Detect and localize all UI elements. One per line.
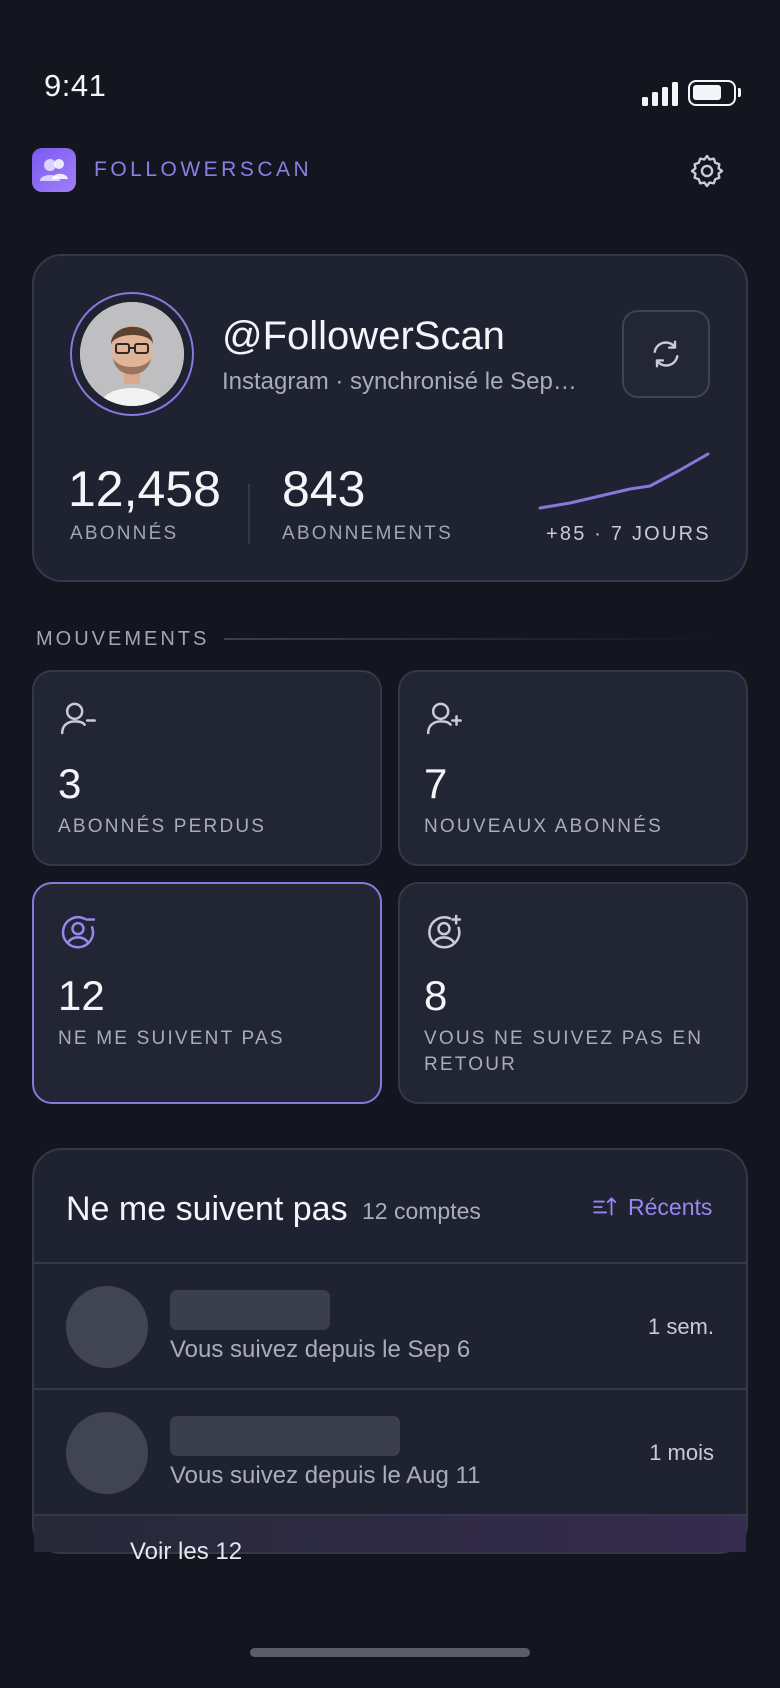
- growth-sparkline: [538, 452, 710, 510]
- user-circle-plus-icon: [428, 914, 462, 949]
- row-time: 1 sem.: [647, 1314, 714, 1339]
- growth-label: +85 · 7 JOURS: [546, 523, 711, 545]
- card-new-followers[interactable]: 7 NOUVEAUX ABONNÉS: [398, 670, 748, 866]
- card-lost-followers[interactable]: 3 ABONNÉS PERDUS: [32, 670, 382, 866]
- refresh-button[interactable]: [622, 310, 710, 398]
- card-label: NOUVEAUX ABONNÉS: [424, 816, 663, 837]
- card-value: 12: [58, 972, 105, 1019]
- following-count: 843: [282, 461, 366, 517]
- sync-status: Instagram · synchronisé le Sep…: [222, 368, 577, 395]
- avatar-placeholder: [66, 1412, 148, 1494]
- card-value: 3: [58, 760, 82, 807]
- following-label: ABONNEMENTS: [282, 523, 453, 544]
- stat-divider: [248, 484, 250, 544]
- card-label: ABONNÉS PERDUS: [58, 816, 267, 837]
- status-time: 9:41: [44, 68, 107, 103]
- section-title-movements: MOUVEMENTS: [36, 628, 210, 650]
- brand-name: FOLLOWERSCAN: [94, 158, 313, 181]
- followers-label: ABONNÉS: [70, 523, 179, 544]
- card-value: 7: [424, 760, 448, 807]
- app-logo-icon: [32, 148, 76, 192]
- row-subtitle: Vous suivez depuis le Sep 6: [170, 1336, 471, 1363]
- list-count: 12 comptes: [362, 1198, 481, 1224]
- profile-handle: @FollowerScan: [222, 314, 505, 358]
- card-value: 8: [424, 972, 448, 1019]
- avatar-placeholder: [66, 1286, 148, 1368]
- card-label-line-1: VOUS NE SUIVEZ PAS EN: [424, 1028, 704, 1049]
- user-circle-minus-icon: [61, 916, 96, 949]
- cellular-signal-icon: [642, 82, 678, 106]
- card-you-dont-follow-back[interactable]: 8 VOUS NE SUIVEZ PAS EN RETOUR: [398, 882, 748, 1104]
- sort-button[interactable]: Récents: [628, 1194, 712, 1221]
- list-title: Ne me suivent pas: [66, 1190, 348, 1228]
- home-indicator: [250, 1648, 530, 1657]
- card-not-following-back[interactable]: 12 NE ME SUIVENT PAS: [32, 882, 382, 1104]
- user-minus-icon: [60, 702, 96, 735]
- refresh-icon: [653, 340, 679, 368]
- card-label-line-2: RETOUR: [424, 1054, 518, 1075]
- followers-count: 12,458: [68, 461, 221, 517]
- card-label: NE ME SUIVENT PAS: [58, 1028, 285, 1049]
- settings-gear-icon[interactable]: [688, 152, 726, 190]
- username-placeholder: [170, 1290, 330, 1330]
- row-subtitle: Vous suivez depuis le Aug 11: [170, 1462, 481, 1489]
- section-divider: [224, 638, 712, 640]
- battery-tip: [738, 88, 741, 97]
- user-plus-icon: [426, 702, 462, 735]
- sort-icon[interactable]: [592, 1194, 618, 1220]
- username-placeholder: [170, 1416, 400, 1456]
- battery-icon: [688, 80, 736, 106]
- row-time: 1 mois: [649, 1440, 714, 1465]
- avatar: [80, 302, 184, 406]
- view-all-bar[interactable]: Voir les 12: [34, 1516, 746, 1565]
- view-all-label[interactable]: Voir les 12: [130, 1538, 242, 1566]
